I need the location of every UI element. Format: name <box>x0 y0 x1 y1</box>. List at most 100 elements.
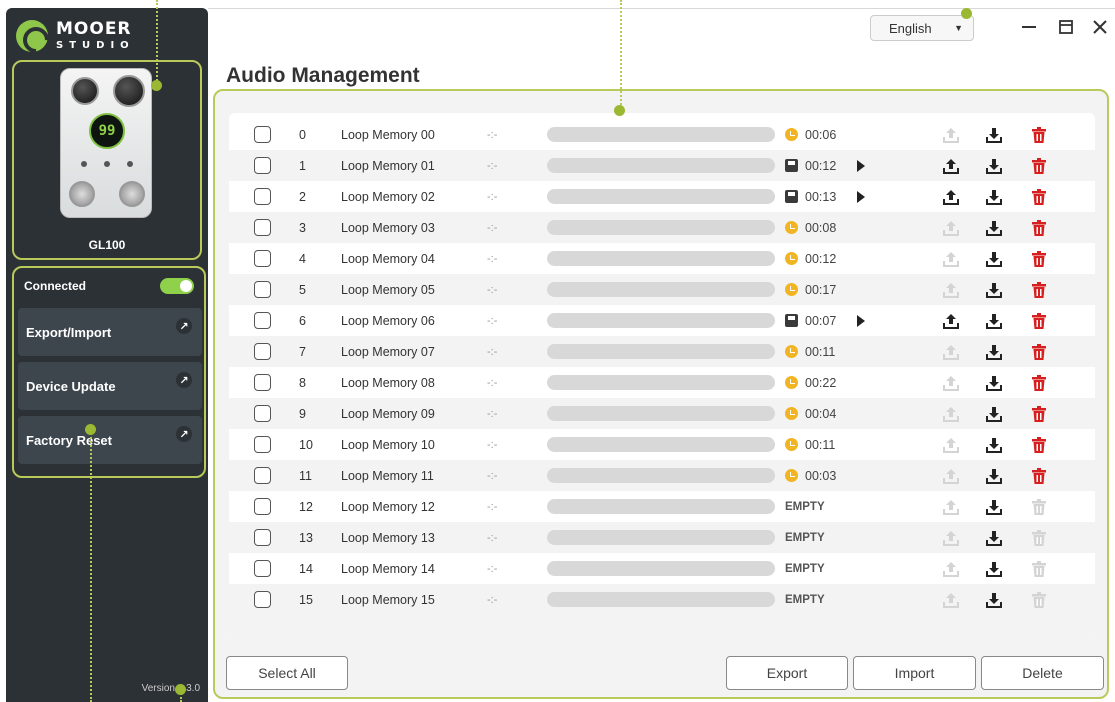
row-checkbox[interactable] <box>254 343 271 360</box>
trash-icon[interactable] <box>1030 126 1048 144</box>
download-icon[interactable] <box>985 250 1003 268</box>
factory-reset-button[interactable]: Factory Reset ↗ <box>18 416 202 464</box>
play-icon[interactable] <box>857 314 865 327</box>
version-label: Version 1.3.0 <box>141 683 200 694</box>
list-row[interactable]: 12 Loop Memory 12 -:- EMPTY <box>229 491 1095 522</box>
trash-icon[interactable] <box>1030 467 1048 485</box>
row-checkbox[interactable] <box>254 157 271 174</box>
list-row[interactable]: 2 Loop Memory 02 -:- 00:13 <box>229 181 1095 212</box>
row-bpm: -:- <box>487 190 498 203</box>
row-checkbox[interactable] <box>254 126 271 143</box>
trash-icon[interactable] <box>1030 219 1048 237</box>
list-row[interactable]: 14 Loop Memory 14 -:- EMPTY <box>229 553 1095 584</box>
audio-list[interactable]: 0 Loop Memory 00 -:- 00:06 1 Loop Memory… <box>229 113 1095 639</box>
row-checkbox[interactable] <box>254 188 271 205</box>
trash-icon[interactable] <box>1030 312 1048 330</box>
row-checkbox[interactable] <box>254 529 271 546</box>
row-checkbox[interactable] <box>254 312 271 329</box>
row-duration: 00:12 <box>805 158 837 173</box>
device-panel: 99 GL100 <box>12 60 202 260</box>
download-icon[interactable] <box>985 312 1003 330</box>
row-checkbox[interactable] <box>254 467 271 484</box>
export-button[interactable]: Export <box>726 656 848 690</box>
close-button[interactable] <box>1089 14 1111 40</box>
trash-icon[interactable] <box>1030 374 1048 392</box>
row-checkbox[interactable] <box>254 281 271 298</box>
download-icon[interactable] <box>985 281 1003 299</box>
row-checkbox[interactable] <box>254 405 271 422</box>
delete-button[interactable]: Delete <box>981 656 1104 690</box>
download-icon[interactable] <box>985 188 1003 206</box>
trash-icon <box>1030 560 1048 578</box>
row-checkbox[interactable] <box>254 498 271 515</box>
import-button[interactable]: Import <box>853 656 976 690</box>
download-icon[interactable] <box>985 374 1003 392</box>
row-index: 3 <box>299 220 306 235</box>
pedal-knob-icon <box>71 77 99 105</box>
row-bpm: -:- <box>487 221 498 234</box>
minimize-button[interactable] <box>1018 14 1040 40</box>
connection-toggle[interactable] <box>160 278 194 294</box>
row-bpm: -:- <box>487 376 498 389</box>
close-icon <box>1093 20 1107 34</box>
upload-icon[interactable] <box>942 312 960 330</box>
select-all-button[interactable]: Select All <box>226 656 348 690</box>
play-icon[interactable] <box>857 159 865 172</box>
language-select[interactable]: English ▼ <box>870 15 974 41</box>
row-duration: 00:03 <box>805 468 837 483</box>
list-row[interactable]: 3 Loop Memory 03 -:- 00:08 <box>229 212 1095 243</box>
maximize-button[interactable] <box>1055 14 1077 40</box>
trash-icon[interactable] <box>1030 281 1048 299</box>
row-index: 14 <box>299 561 313 576</box>
trash-icon[interactable] <box>1030 157 1048 175</box>
download-icon[interactable] <box>985 126 1003 144</box>
row-name: Loop Memory 15 <box>341 592 435 607</box>
list-row[interactable]: 7 Loop Memory 07 -:- 00:11 <box>229 336 1095 367</box>
row-index: 2 <box>299 189 306 204</box>
row-checkbox[interactable] <box>254 436 271 453</box>
download-icon[interactable] <box>985 343 1003 361</box>
device-update-button[interactable]: Device Update ↗ <box>18 362 202 410</box>
download-icon[interactable] <box>985 560 1003 578</box>
list-row[interactable]: 9 Loop Memory 09 -:- 00:04 <box>229 398 1095 429</box>
list-row[interactable]: 0 Loop Memory 00 -:- 00:06 <box>229 119 1095 150</box>
row-checkbox[interactable] <box>254 250 271 267</box>
trash-icon[interactable] <box>1030 405 1048 423</box>
download-icon[interactable] <box>985 219 1003 237</box>
download-icon[interactable] <box>985 591 1003 609</box>
upload-icon[interactable] <box>942 157 960 175</box>
list-row[interactable]: 4 Loop Memory 04 -:- 00:12 <box>229 243 1095 274</box>
list-row[interactable]: 6 Loop Memory 06 -:- 00:07 <box>229 305 1095 336</box>
mooer-logo-icon <box>16 20 48 52</box>
list-row[interactable]: 13 Loop Memory 13 -:- EMPTY <box>229 522 1095 553</box>
list-row[interactable]: 11 Loop Memory 11 -:- 00:03 <box>229 460 1095 491</box>
upload-icon[interactable] <box>942 188 960 206</box>
download-icon[interactable] <box>985 436 1003 454</box>
row-checkbox[interactable] <box>254 591 271 608</box>
play-icon[interactable] <box>857 190 865 203</box>
trash-icon[interactable] <box>1030 343 1048 361</box>
row-index: 5 <box>299 282 306 297</box>
row-waveform-bar <box>547 313 775 328</box>
trash-icon[interactable] <box>1030 188 1048 206</box>
list-row[interactable]: 5 Loop Memory 05 -:- 00:17 <box>229 274 1095 305</box>
download-icon[interactable] <box>985 529 1003 547</box>
device-update-label: Device Update <box>26 378 116 394</box>
row-name: Loop Memory 09 <box>341 406 435 421</box>
row-checkbox[interactable] <box>254 219 271 236</box>
row-checkbox[interactable] <box>254 374 271 391</box>
export-import-button[interactable]: Export/Import ↗ <box>18 308 202 356</box>
list-row[interactable]: 10 Loop Memory 10 -:- 00:11 <box>229 429 1095 460</box>
trash-icon[interactable] <box>1030 250 1048 268</box>
list-row[interactable]: 1 Loop Memory 01 -:- 00:12 <box>229 150 1095 181</box>
list-row[interactable]: 15 Loop Memory 15 -:- EMPTY <box>229 584 1095 615</box>
download-icon[interactable] <box>985 405 1003 423</box>
download-icon[interactable] <box>985 467 1003 485</box>
trash-icon[interactable] <box>1030 436 1048 454</box>
list-row[interactable]: 8 Loop Memory 08 -:- 00:22 <box>229 367 1095 398</box>
row-checkbox[interactable] <box>254 560 271 577</box>
download-icon[interactable] <box>985 157 1003 175</box>
row-empty-label: EMPTY <box>785 593 825 606</box>
save-disk-icon <box>785 159 798 172</box>
download-icon[interactable] <box>985 498 1003 516</box>
